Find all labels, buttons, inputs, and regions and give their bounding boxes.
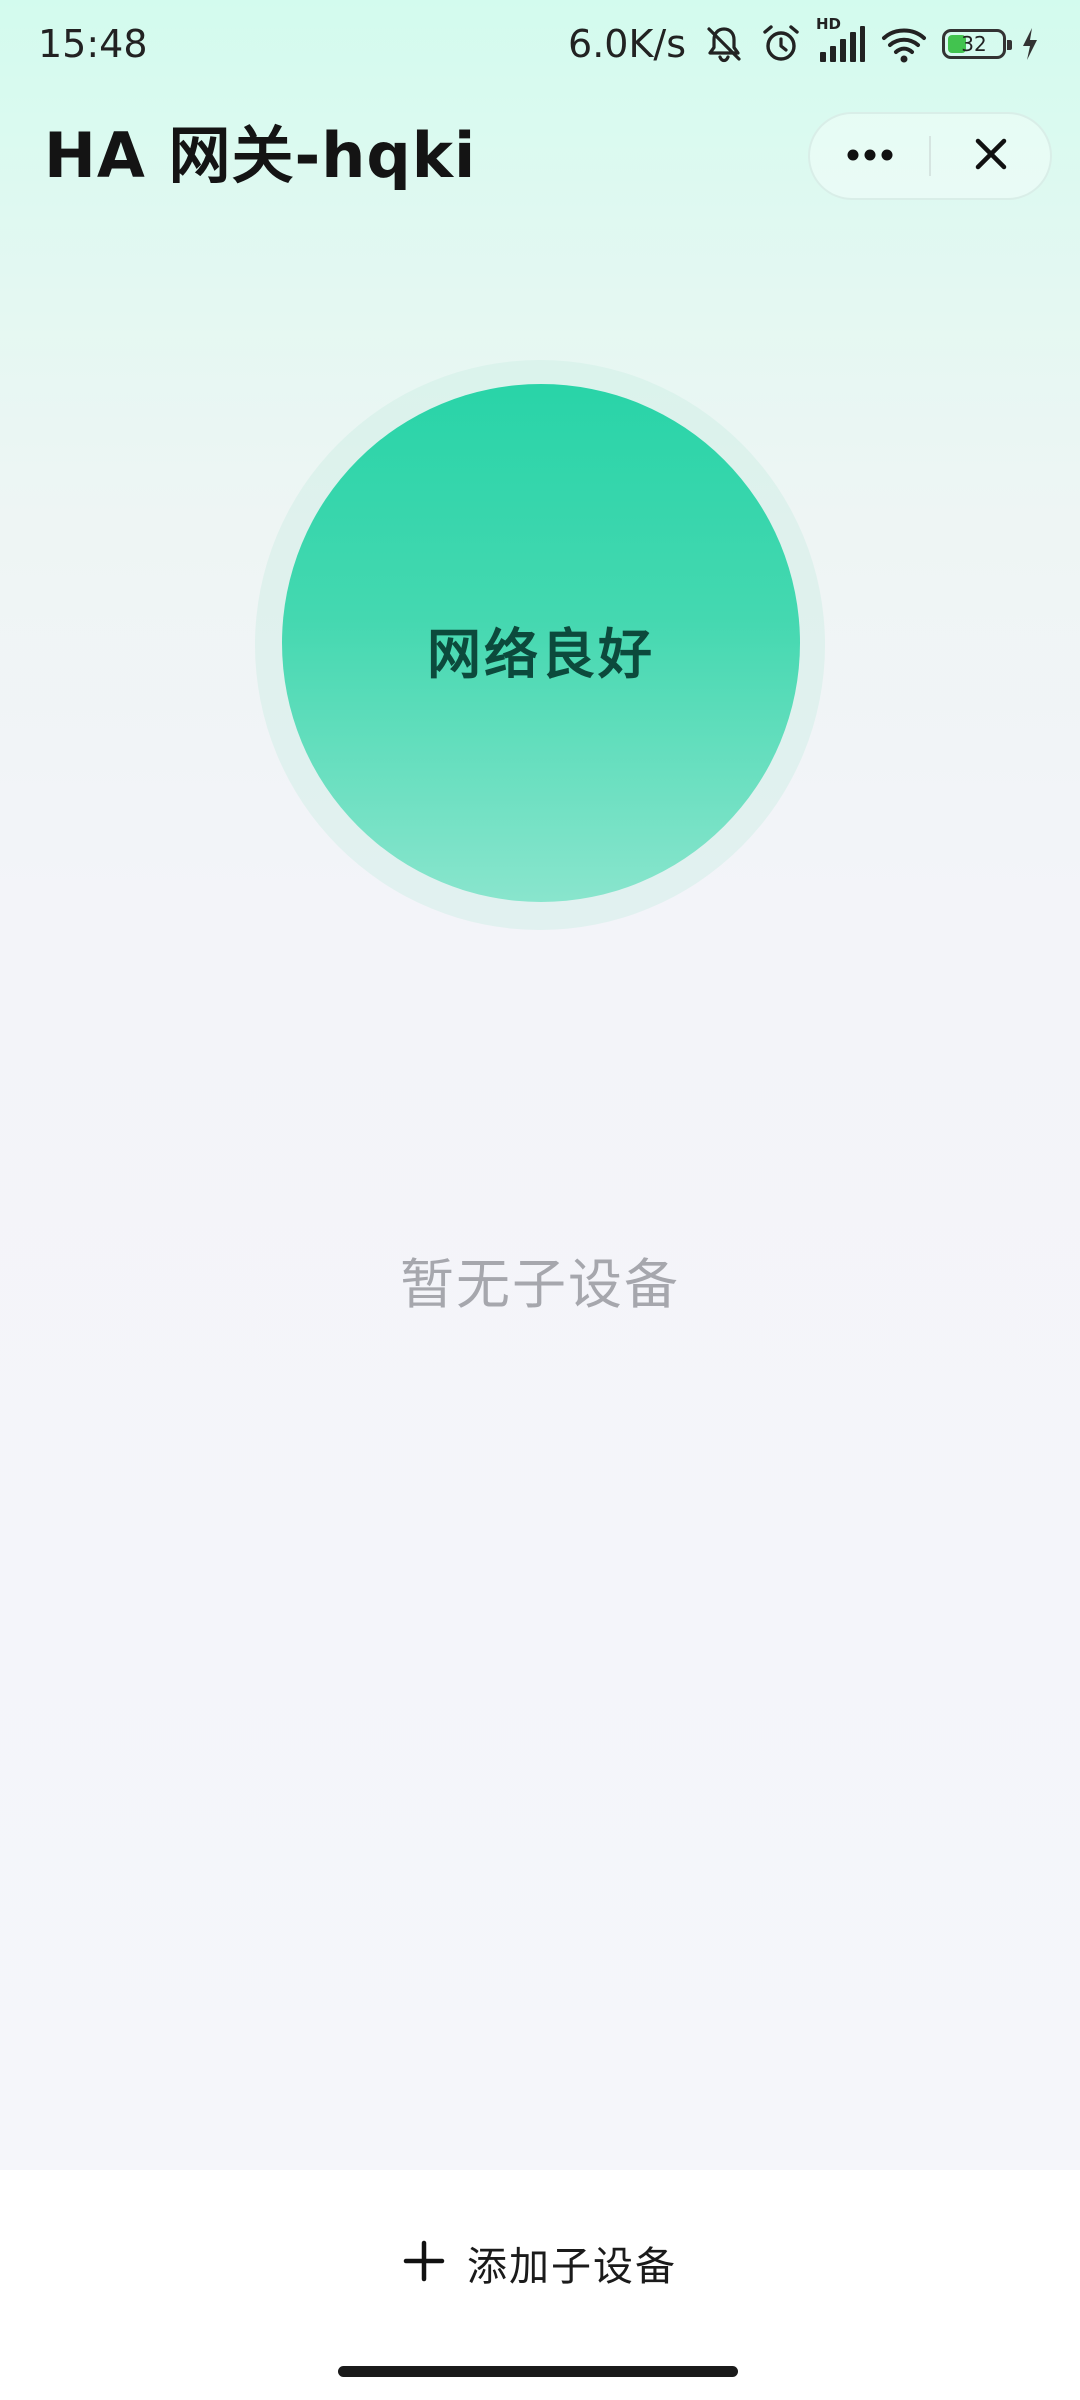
wifi-icon bbox=[880, 22, 928, 66]
bell-muted-icon bbox=[702, 22, 746, 66]
more-button[interactable] bbox=[810, 114, 929, 198]
network-status-label: 网络良好 bbox=[427, 622, 655, 686]
close-icon bbox=[974, 137, 1008, 175]
cellular-signal-icon: HD bbox=[816, 16, 866, 66]
plus-icon bbox=[403, 2240, 445, 2286]
status-bar: 15:48 6.0K/s HD 32 bbox=[0, 0, 1080, 90]
status-time: 15:48 bbox=[38, 22, 148, 66]
mini-program-capsule bbox=[808, 112, 1052, 200]
empty-devices-text: 暂无子设备 bbox=[400, 1253, 680, 1316]
status-icons: 6.0K/s HD 32 bbox=[568, 16, 1040, 70]
page-title: HA 网关-hqki bbox=[44, 119, 477, 192]
battery-level: 32 bbox=[961, 32, 987, 56]
net-speed: 6.0K/s bbox=[568, 22, 686, 66]
battery-nub bbox=[1007, 40, 1012, 50]
alarm-icon bbox=[760, 22, 802, 66]
network-status-circle[interactable]: 网络良好 bbox=[282, 384, 800, 902]
close-button[interactable] bbox=[931, 114, 1050, 198]
network-type-label: HD bbox=[816, 15, 842, 33]
home-indicator[interactable] bbox=[338, 2366, 738, 2377]
add-sub-device-button[interactable]: 添加子设备 bbox=[0, 2218, 1080, 2308]
add-sub-device-label: 添加子设备 bbox=[467, 2244, 677, 2290]
charging-icon bbox=[1020, 24, 1040, 64]
battery-icon: 32 bbox=[942, 29, 1012, 59]
more-dots-icon bbox=[846, 147, 894, 166]
